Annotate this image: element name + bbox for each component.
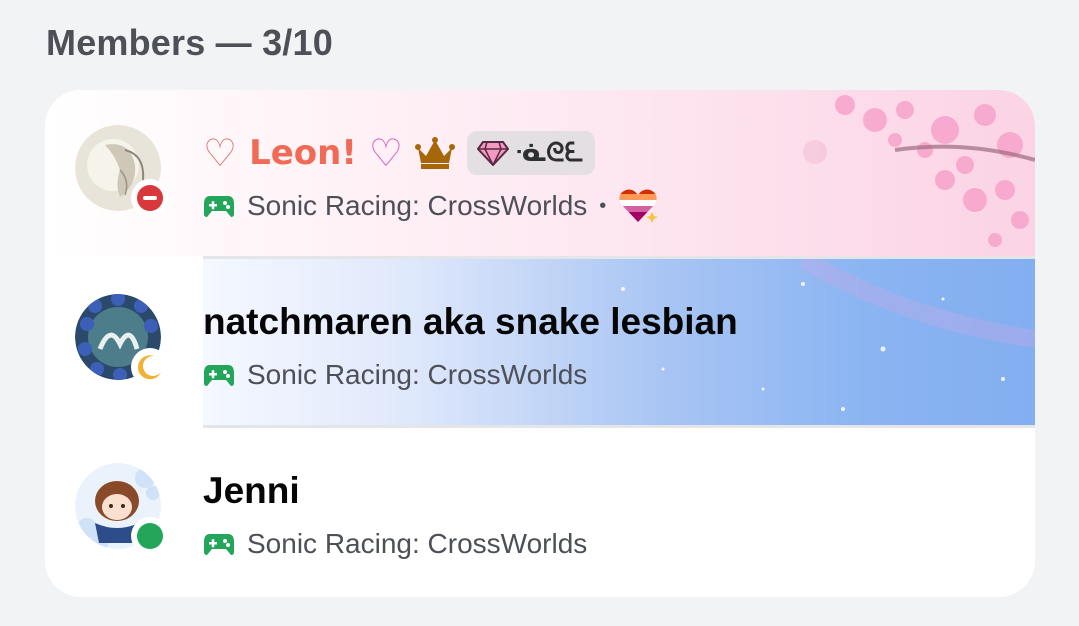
gem-icon xyxy=(476,141,509,166)
activity-text: Sonic Racing: CrossWorlds xyxy=(247,528,588,559)
member-name[interactable]: natchmaren aka snake lesbian xyxy=(203,299,738,345)
status-indicator-online xyxy=(131,517,169,555)
member-row-natchmaren[interactable]: natchmaren aka snake lesbian Sonic Racin… xyxy=(45,259,1035,425)
dnd-icon xyxy=(137,185,163,211)
display-name: Leon! xyxy=(249,133,357,173)
activity-status: Sonic Racing: CrossWorlds • xyxy=(203,188,659,224)
gamepad-icon xyxy=(204,534,234,555)
activity-status: Sonic Racing: CrossWorlds xyxy=(203,526,587,562)
avatar[interactable] xyxy=(75,294,169,386)
activity-text: Sonic Racing: CrossWorlds xyxy=(247,190,588,221)
gamepad-icon xyxy=(204,196,234,217)
lesbian-flag-heart-icon xyxy=(619,189,659,223)
member-name[interactable]: ♡ Leon! ♡ ᓍᘓᘍ xyxy=(203,130,596,176)
member-list: ♡ Leon! ♡ ᓍᘓᘍ Sonic Racing: CrossWorlds … xyxy=(45,90,1035,597)
separator-dot: • xyxy=(599,194,607,217)
online-icon xyxy=(137,523,163,549)
gamepad-icon xyxy=(204,365,234,386)
members-header: Members — 3/10 xyxy=(46,22,333,63)
heart-icon: ♡ xyxy=(368,132,403,175)
member-name[interactable]: Jenni xyxy=(203,468,300,514)
avatar[interactable] xyxy=(75,463,169,555)
activity-text: Sonic Racing: CrossWorlds xyxy=(247,359,588,390)
status-indicator-idle xyxy=(131,348,169,386)
moon-icon xyxy=(137,355,161,380)
member-row-jenni[interactable]: Jenni Sonic Racing: CrossWorlds xyxy=(45,428,1035,594)
activity-status: Sonic Racing: CrossWorlds xyxy=(203,357,587,393)
server-tag[interactable]: ᓍᘓᘍ xyxy=(466,131,596,175)
member-row-leon[interactable]: ♡ Leon! ♡ ᓍᘓᘍ Sonic Racing: CrossWorlds … xyxy=(45,90,1035,256)
server-tag-text: ᓍᘓᘍ xyxy=(514,137,584,167)
heart-icon: ♡ xyxy=(203,132,238,175)
status-indicator-dnd xyxy=(131,179,169,217)
avatar[interactable] xyxy=(75,125,169,217)
crown-icon xyxy=(414,137,455,169)
